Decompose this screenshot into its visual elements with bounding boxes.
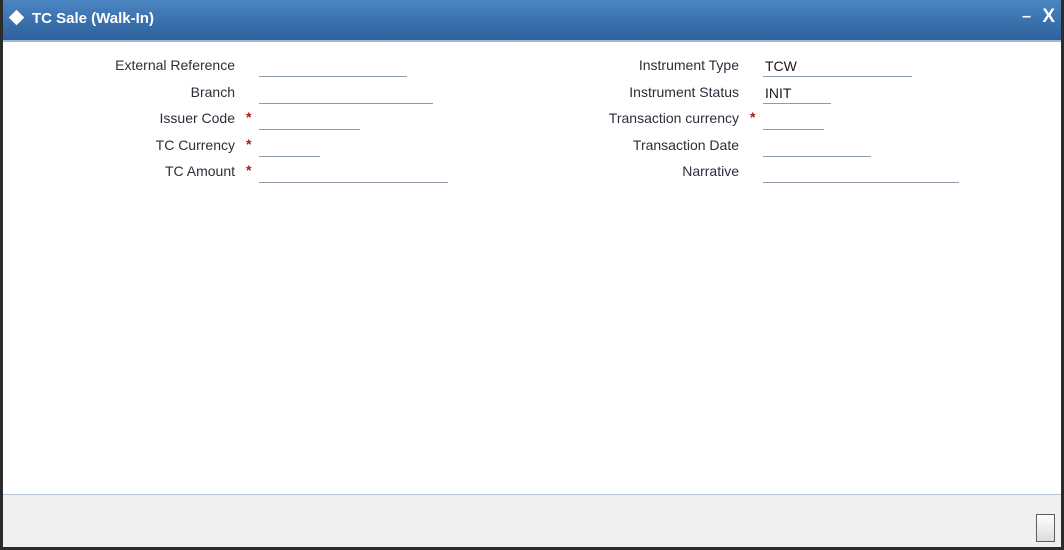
close-button[interactable]: X bbox=[1042, 6, 1055, 28]
branch-label: Branch bbox=[190, 84, 235, 100]
tc-currency-input[interactable] bbox=[259, 135, 320, 157]
instrument-type-input[interactable] bbox=[763, 55, 912, 77]
transaction-date-input[interactable] bbox=[763, 135, 871, 157]
narrative-input[interactable] bbox=[763, 161, 959, 183]
transaction-currency-input[interactable] bbox=[763, 108, 824, 130]
transaction-currency-label: Transaction currency bbox=[608, 110, 739, 126]
required-marker: * bbox=[246, 162, 252, 178]
issuer-code-input[interactable] bbox=[259, 108, 360, 130]
diamond-icon bbox=[8, 9, 25, 26]
exit-button[interactable] bbox=[1036, 514, 1055, 542]
form-area: External Reference Branch Issuer Code * … bbox=[3, 42, 1061, 494]
instrument-status-input[interactable] bbox=[763, 82, 831, 104]
narrative-label: Narrative bbox=[682, 163, 739, 179]
tc-sale-window: TC Sale (Walk-In) – X External Reference… bbox=[0, 0, 1064, 550]
tc-currency-label: TC Currency bbox=[155, 137, 235, 153]
external-reference-label: External Reference bbox=[115, 57, 235, 73]
transaction-date-label: Transaction Date bbox=[632, 137, 739, 153]
required-marker: * bbox=[750, 109, 756, 125]
tc-amount-label: TC Amount bbox=[164, 163, 235, 179]
required-marker: * bbox=[246, 109, 252, 125]
external-reference-input[interactable] bbox=[259, 55, 407, 77]
tc-amount-input[interactable] bbox=[259, 161, 448, 183]
issuer-code-label: Issuer Code bbox=[159, 110, 235, 126]
required-marker: * bbox=[246, 136, 252, 152]
instrument-status-label: Instrument Status bbox=[629, 84, 739, 100]
window-title: TC Sale (Walk-In) bbox=[32, 10, 154, 27]
minimize-button[interactable]: – bbox=[1022, 8, 1031, 26]
branch-input[interactable] bbox=[259, 82, 433, 104]
instrument-type-label: Instrument Type bbox=[638, 57, 739, 73]
footer-bar bbox=[3, 494, 1061, 547]
title-bar[interactable]: TC Sale (Walk-In) – X bbox=[3, 0, 1061, 42]
